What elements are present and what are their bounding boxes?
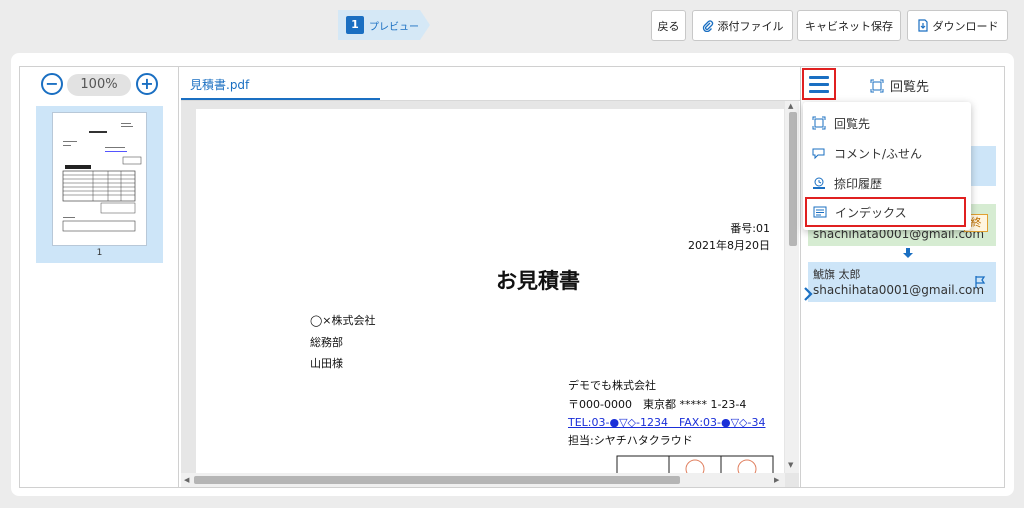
menu-item-label: 回覧先	[834, 116, 871, 131]
menu-item-circulation[interactable]: 回覧先	[803, 108, 971, 138]
page-thumbnail[interactable]: 1	[36, 106, 163, 263]
download-button[interactable]: ダウンロード	[907, 10, 1008, 41]
scroll-up-arrow[interactable]: ▲	[788, 102, 793, 110]
doc-title: お見積書	[496, 269, 580, 293]
vertical-scroll-thumb[interactable]	[789, 112, 797, 246]
menu-toggle-button[interactable]	[802, 68, 836, 100]
menu-item-label: インデックス	[835, 205, 907, 220]
hamburger-line	[809, 89, 829, 93]
attachment-button[interactable]: 添付ファイル	[692, 10, 793, 41]
flag-icon[interactable]	[973, 275, 987, 289]
doc-sender-company: デモでも株式会社	[568, 379, 656, 392]
scroll-down-arrow[interactable]: ▼	[788, 461, 793, 469]
step-label: プレビュー	[369, 22, 419, 33]
stamp-table	[616, 455, 774, 473]
cabinet-save-button[interactable]: キャビネット保存	[797, 10, 901, 41]
circulation-icon	[812, 116, 826, 130]
page-thumbnail-preview	[52, 112, 147, 246]
doc-recipient-person: 山田様	[310, 357, 343, 370]
arrow-down-icon	[903, 248, 913, 258]
horizontal-scroll-thumb[interactable]	[194, 476, 680, 484]
back-button-label: 戻る	[657, 19, 680, 33]
comment-icon	[812, 148, 825, 160]
doc-date: 2021年8月20日	[688, 239, 770, 252]
menu-item-label: 捺印履歴	[834, 176, 883, 191]
menu-item-comments[interactable]: コメント/ふせん	[803, 138, 971, 168]
chevron-right-icon	[804, 287, 813, 301]
approver-email: shachihata0001@gmail.com	[813, 283, 985, 297]
zoom-level: 100%	[67, 74, 131, 96]
back-button[interactable]: 戻る	[651, 10, 686, 41]
thumbnail-document-graphic	[62, 123, 142, 232]
approver-name: 鯱旗 太郎	[813, 268, 861, 281]
step-number-badge: 1	[346, 16, 364, 34]
paperclip-icon	[702, 19, 713, 32]
zoom-out-button[interactable]: −	[41, 73, 63, 95]
hamburger-line	[809, 82, 829, 86]
menu-item-index[interactable]: インデックス	[805, 197, 966, 227]
cabinet-save-label: キャビネット保存	[805, 19, 893, 33]
step-indicator-preview: 1 プレビュー	[338, 10, 430, 40]
doc-sender-tel-link[interactable]: TEL:03-●▽◇-1234 FAX:03-●▽◇-34	[568, 414, 765, 430]
scroll-right-arrow[interactable]: ▶	[774, 476, 779, 484]
menu-item-label: コメント/ふせん	[834, 146, 923, 161]
stamp-history-icon	[813, 177, 825, 189]
approver-card-current[interactable]: 鯱旗 太郎 shachihata0001@gmail.com	[808, 262, 996, 302]
doc-recipient-dept: 総務部	[310, 336, 343, 349]
panel-title: 回覧先	[870, 76, 929, 95]
hamburger-line	[809, 75, 829, 79]
document-page: 番号:01 2021年8月20日 お見積書 ◯×株式会社 総務部 山田様 デモで…	[196, 109, 784, 473]
menu-item-stamp-history[interactable]: 捺印履歴	[803, 168, 971, 198]
panel-menu-dropdown: 回覧先 コメント/ふせん 捺印履歴 インデックス	[803, 102, 971, 230]
document-tab[interactable]: 見積書.pdf	[181, 68, 380, 100]
doc-number: 番号:01	[730, 222, 770, 235]
circulation-icon	[870, 79, 884, 92]
panel-title-label: 回覧先	[890, 80, 930, 95]
doc-recipient-company: ◯×株式会社	[310, 314, 376, 327]
page-number-label: 1	[96, 248, 103, 258]
doc-sender-address: 〒000-0000 東京都 ***** 1-23-4	[568, 398, 747, 411]
scroll-left-arrow[interactable]: ◀	[184, 476, 189, 484]
attachment-button-label: 添付ファイル	[717, 19, 784, 33]
doc-sender-contact: 担当:シヤチハタクラウド	[568, 434, 693, 447]
download-button-label: ダウンロード	[932, 19, 999, 33]
zoom-in-button[interactable]: +	[136, 73, 158, 95]
index-icon	[813, 206, 827, 218]
download-icon	[917, 19, 928, 32]
